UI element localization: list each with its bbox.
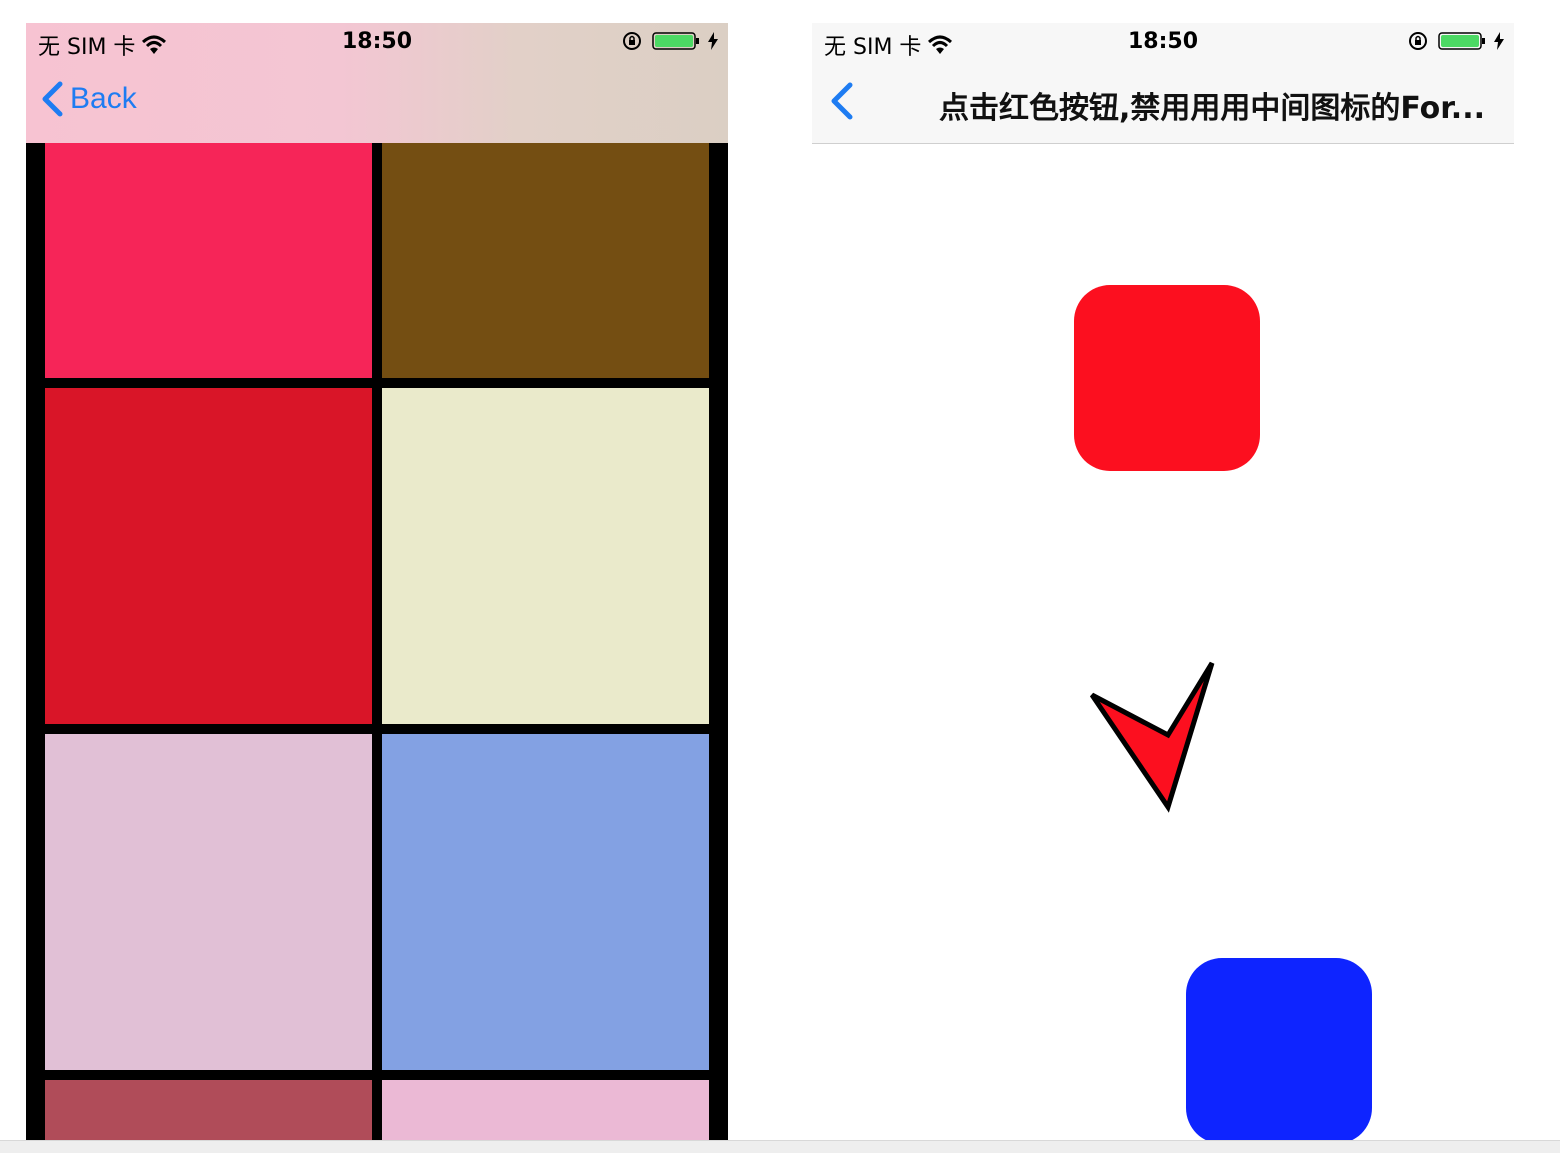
- chevron-left-icon: [42, 81, 63, 117]
- status-bar: 无 SIM 卡 18:50: [812, 23, 1514, 63]
- checkmark-icon: [1089, 661, 1215, 813]
- rotation-lock-icon: [623, 32, 641, 50]
- back-label: Back: [70, 82, 137, 115]
- charging-icon: [708, 32, 718, 50]
- status-bar: 无 SIM 卡 18:50: [26, 23, 728, 63]
- color-grid: [26, 143, 728, 1142]
- rotation-lock-icon: [1409, 32, 1427, 50]
- color-cell[interactable]: [45, 1080, 372, 1142]
- color-cell[interactable]: [382, 1080, 709, 1142]
- color-cell[interactable]: [45, 388, 372, 724]
- navigation-bar: 无 SIM 卡 18:50: [812, 23, 1514, 144]
- color-cell[interactable]: [382, 143, 709, 378]
- nav-title: 点击红色按钮,禁用用用中间图标的For...: [939, 91, 1485, 126]
- color-cell[interactable]: [382, 734, 709, 1070]
- bottom-scrollbar: [0, 1140, 1560, 1153]
- navigation-bar: 无 SIM 卡 18:50: [26, 23, 728, 143]
- blue-square-button[interactable]: [1186, 958, 1372, 1142]
- right-phone-screen: 无 SIM 卡 18:50 点击红色按钮,禁用用用中间图标的For...: [812, 23, 1514, 1142]
- color-cell[interactable]: [45, 734, 372, 1070]
- color-cell[interactable]: [382, 388, 709, 724]
- battery-icon: [652, 32, 699, 50]
- status-indicators: [622, 31, 718, 51]
- red-square-button[interactable]: [1074, 285, 1260, 471]
- battery-icon: [1438, 32, 1485, 50]
- charging-icon: [1494, 32, 1504, 50]
- back-chevron-icon[interactable]: [826, 81, 856, 121]
- status-indicators: [1408, 31, 1504, 51]
- color-cell[interactable]: [45, 143, 372, 378]
- left-phone-screen: 无 SIM 卡 18:50 Back: [26, 23, 728, 1142]
- back-button[interactable]: Back: [40, 81, 137, 117]
